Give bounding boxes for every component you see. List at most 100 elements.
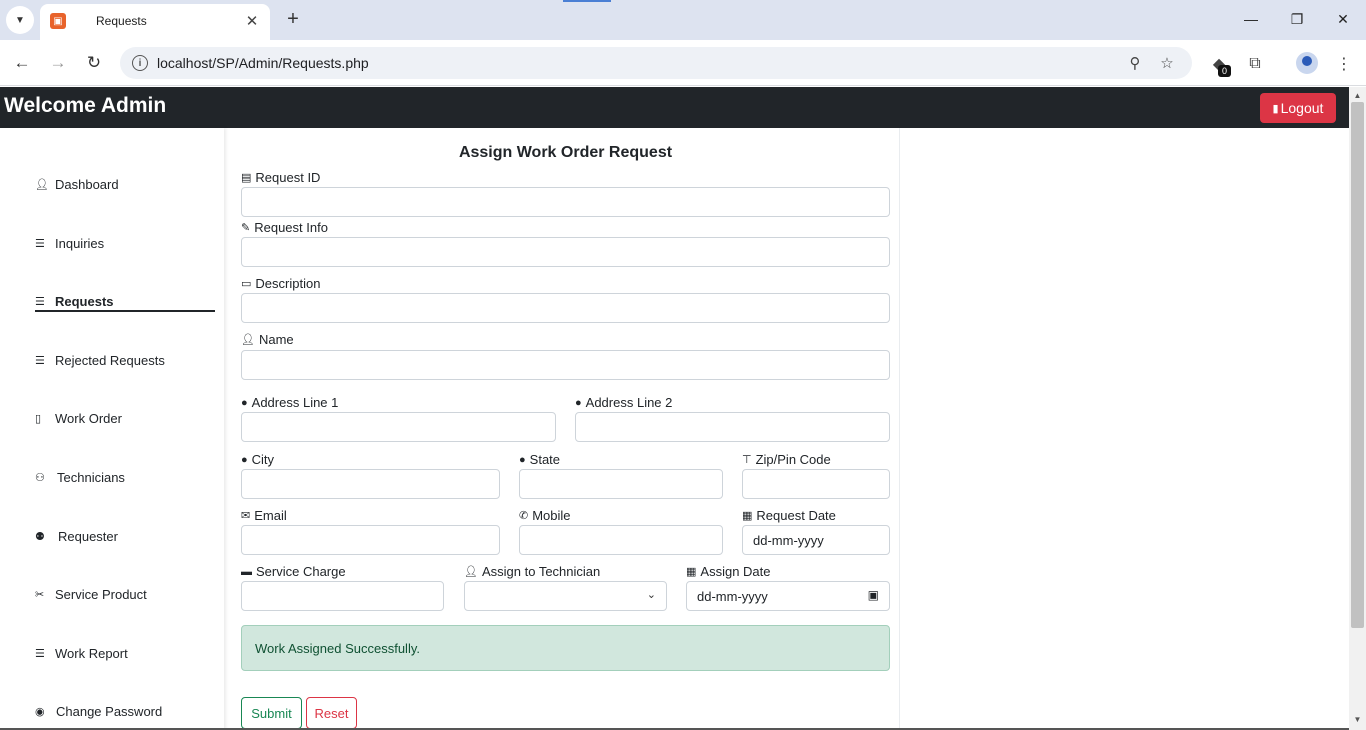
sidebar-item-label: Change Password [56,703,163,719]
request-date-label: ▦ Request Date [742,508,836,523]
sidebar-item-label: Work Order [55,410,122,426]
city-label: ● City [241,452,275,467]
forward-icon[interactable]: → [45,50,71,76]
sidebar-item-requester[interactable]: ⚉ Requester [35,525,118,547]
list-icon: ☰ [35,237,45,250]
email-label: ✉ Email [241,508,287,523]
content-divider [899,128,900,730]
reset-button[interactable]: Reset [306,697,357,729]
map-marker-icon: ● [241,396,248,409]
restore-icon[interactable]: ❐ [1282,8,1312,30]
scroll-thumb[interactable] [1351,102,1364,628]
sidebar-item-dashboard[interactable]: 👤︎ Dashboard [35,173,119,195]
page-scrollbar[interactable]: ▲ ▼ [1349,87,1366,730]
phone-icon: ✆ [519,510,529,522]
id-card-icon: ▤ [241,172,252,184]
sidebar-item-label: Requests [55,293,114,309]
name-label: 👤︎ Name [241,332,294,347]
sidebar-item-label: Technicians [57,469,125,485]
browser-toolbar: ← → ↻ i localhost/SP/Admin/Requests.php … [0,40,1366,86]
scroll-up-icon[interactable]: ▲ [1352,90,1363,100]
extension-badge: 0 [1218,65,1231,77]
url-text[interactable]: localhost/SP/Admin/Requests.php [157,55,369,71]
address2-input[interactable] [575,412,890,442]
list-icon: ☰ [35,295,45,308]
logout-icon: ▮ [1272,102,1279,115]
reload-icon[interactable]: ↻ [81,50,107,76]
minimize-icon[interactable]: — [1236,8,1266,30]
address2-label: ● Address Line 2 [575,395,673,410]
tab-title: Requests [96,14,147,28]
map-marker-icon: ● [241,453,248,466]
mobile-input[interactable] [519,525,723,555]
description-input[interactable] [241,293,890,323]
favicon-icon: ▣ [50,13,66,29]
request-info-label: ✎ Request Info [241,220,328,235]
calendar-picker-icon[interactable]: ▣ [868,588,879,602]
kebab-menu-icon[interactable]: ⋮ [1332,52,1356,76]
request-date-input[interactable]: dd-mm-yyyy [742,525,890,555]
request-id-input[interactable] [241,187,890,217]
back-icon[interactable]: ← [9,50,35,76]
envelope-icon: ✉ [241,510,251,522]
pencil-icon: ✎ [241,222,251,234]
list-icon: ☰ [35,354,45,367]
tools-icon: ✂ [35,588,45,601]
chevron-down-icon: ⌄ [646,589,656,601]
sidebar-item-work-report[interactable]: ☰ Work Report [35,642,128,664]
address-bar[interactable]: i localhost/SP/Admin/Requests.php ⚲ ☆ [120,47,1192,79]
city-input[interactable] [241,469,500,499]
puzzle-icon[interactable]: ⧉ [1243,52,1267,76]
sidebar-item-label: Dashboard [55,176,119,192]
user-icon: 👤︎ [35,178,49,191]
browser-tabstrip: ▼ ▣ Requests ✕ + — ❐ ✕ [0,0,1366,40]
assign-tech-select[interactable]: ⌄ [464,581,667,611]
submit-button[interactable]: Submit [241,697,302,729]
list-icon: ☰ [35,647,45,660]
sidebar-item-label: Requester [58,528,118,544]
sidebar-item-rejected-requests[interactable]: ☰ Rejected Requests [35,349,165,371]
zip-input[interactable] [742,469,890,499]
tab-search-icon[interactable]: ▼ [6,6,34,34]
sidebar-item-inquiries[interactable]: ☰ Inquiries [35,232,104,254]
sidebar-item-requests[interactable]: ☰ Requests [35,290,114,312]
assign-date-value: dd-mm-yyyy [697,588,768,604]
email-input[interactable] [241,525,500,555]
scroll-down-icon[interactable]: ▼ [1352,714,1363,724]
app-header: Welcome Admin ▮ Logout [0,87,1349,128]
map-marker-icon: ● [575,396,582,409]
state-label: ● State [519,452,561,467]
site-info-icon[interactable]: i [132,55,148,71]
browser-tab[interactable]: ▣ Requests ✕ [40,4,270,40]
new-tab-icon[interactable]: + [282,8,304,30]
logout-button[interactable]: ▮ Logout [1260,93,1336,123]
close-tab-icon[interactable]: ✕ [242,11,262,31]
user-group-icon: ⚉ [35,530,45,543]
request-info-input[interactable] [241,237,890,267]
address1-input[interactable] [241,412,556,442]
mobile-label: ✆ Mobile [519,508,571,523]
bookmark-star-icon[interactable]: ☆ [1157,53,1177,73]
service-charge-input[interactable] [241,581,444,611]
sidebar-item-change-password[interactable]: ◉ Change Password [35,700,162,722]
sidebar-item-label: Work Report [55,645,128,661]
sidebar-item-label: Inquiries [55,235,105,251]
eye-icon: ◉ [35,705,45,718]
sidebar-item-work-order[interactable]: ▯ Work Order [35,407,122,429]
assign-tech-label: 👤︎ Assign to Technician [464,564,601,579]
logout-label: Logout [1280,100,1324,116]
name-input[interactable] [241,350,890,380]
sidebar-item-technicians[interactable]: ⚇ Technicians [35,466,125,488]
assign-date-label: ▦ Assign Date [686,564,771,579]
form-title: Assign Work Order Request [458,144,673,161]
calendar-icon: ▦ [686,566,697,578]
state-input[interactable] [519,469,723,499]
zoom-icon[interactable]: ⚲ [1125,53,1145,73]
sidebar [0,128,224,730]
sidebar-item-service-product[interactable]: ✂ Service Product [35,583,147,605]
assign-date-input[interactable]: dd-mm-yyyy ▣ [686,581,890,611]
calendar-icon: ▦ [742,510,753,522]
profile-avatar[interactable] [1296,52,1318,74]
address1-label: ● Address Line 1 [241,395,339,410]
close-window-icon[interactable]: ✕ [1328,8,1358,30]
